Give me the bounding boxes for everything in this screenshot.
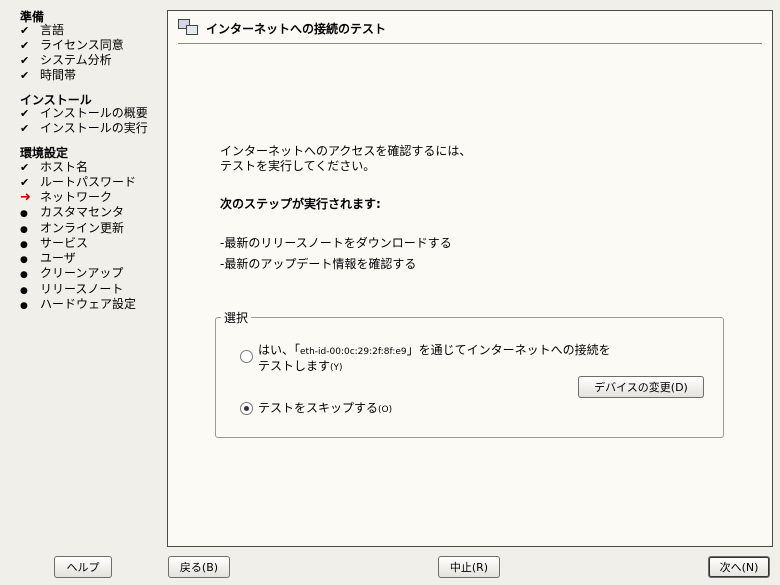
step-timezone: ✔ 時間帯 (20, 68, 77, 82)
abort-button[interactable]: 中止(R) (438, 556, 500, 578)
check-icon: ✔ (20, 69, 30, 82)
check-icon: ✔ (20, 122, 30, 135)
step-customer-center: ● カスタマセンタ (20, 205, 124, 220)
step-hostname: ✔ ホスト名 (20, 160, 89, 174)
step-download-release-notes: -最新のリリースノートをダウンロードする (220, 236, 452, 250)
step-release-notes: ● リリースノート (20, 282, 123, 297)
help-button[interactable]: ヘルプ (54, 556, 112, 578)
step-check-updates: -最新のアップデート情報を確認する (220, 257, 417, 271)
selection-group-legend: 選択 (221, 309, 252, 326)
check-icon: ✔ (20, 161, 30, 174)
step-language: ✔ 言語 (20, 23, 65, 37)
step-users: ● ユーザ (20, 251, 76, 266)
radio-skip-test-label[interactable]: テストをスキップする(O) (258, 401, 392, 417)
check-icon: ✔ (20, 107, 30, 120)
check-icon: ✔ (20, 176, 30, 189)
radio-test-connection-label[interactable]: はい、「eth-id-00:0c:29:2f:8f:e9」を通じてインターネット… (258, 343, 611, 375)
page-title: インターネットへの接続のテスト (206, 21, 387, 36)
content-panel: インターネットへの接続のテスト インターネットへのアクセスを確認するには、 テス… (167, 10, 773, 547)
check-icon: ✔ (20, 39, 30, 52)
bullet-icon: ● (20, 301, 28, 311)
arrow-right-icon: ➜ (20, 190, 31, 205)
radio-test-connection[interactable] (240, 350, 253, 363)
step-network-current: ➜ ネットワーク (20, 190, 113, 205)
next-button[interactable]: 次へ(N) (708, 556, 770, 578)
back-button[interactable]: 戻る(B) (168, 556, 230, 578)
step-license: ✔ ライセンス同意 (20, 38, 124, 52)
intro-text-line2: テストを実行してください。 (220, 159, 376, 173)
step-hardware-config: ● ハードウェア設定 (20, 297, 136, 312)
radio-skip-test[interactable] (240, 402, 253, 415)
network-computers-icon (178, 19, 200, 37)
bullet-icon: ● (20, 270, 28, 280)
section-title-configuration: 環境設定 (20, 146, 69, 160)
step-online-update: ● オンライン更新 (20, 221, 124, 236)
header-divider (178, 43, 762, 44)
installation-steps-sidebar: 準備 ✔ 言語 ✔ ライセンス同意 ✔ システム分析 ✔ 時間帯 インストール ✔ インス… (0, 0, 165, 545)
step-perform-installation: ✔ インストールの実行 (20, 121, 148, 135)
step-system-analysis: ✔ システム分析 (20, 53, 112, 67)
step-installation-overview: ✔ インストールの概要 (20, 106, 148, 120)
steps-heading: 次のステップが実行されます: (220, 197, 381, 211)
step-root-password: ✔ ルートパスワード (20, 175, 137, 189)
step-cleanup: ● クリーンアップ (20, 266, 123, 281)
panel-header: インターネットへの接続のテスト (178, 17, 386, 39)
bullet-icon: ● (20, 209, 28, 219)
check-icon: ✔ (20, 54, 30, 67)
change-device-button[interactable]: デバイスの変更(D) (578, 376, 704, 398)
step-services: ● サービス (20, 236, 88, 251)
check-icon: ✔ (20, 24, 30, 37)
